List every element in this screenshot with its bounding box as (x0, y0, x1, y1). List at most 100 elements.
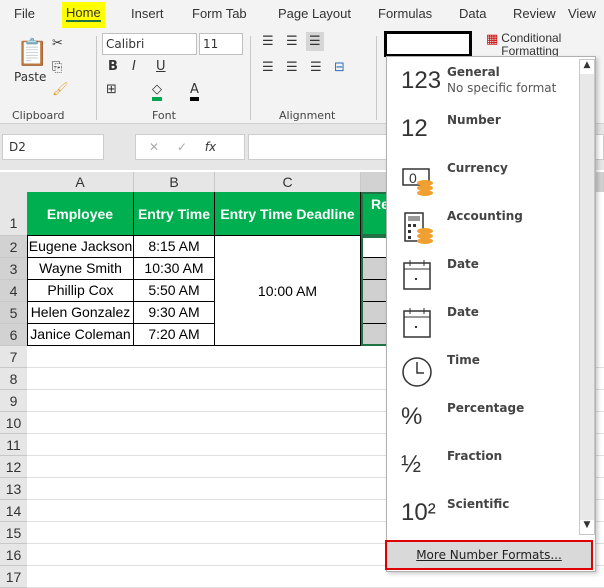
employee-name-cell[interactable]: Wayne Smith (27, 258, 134, 280)
align-left-icon[interactable]: ☰ (262, 60, 274, 75)
row-header[interactable]: 1 (0, 192, 27, 236)
ribbon-tabs: File Home Insert Form Tab Page Layout Fo… (0, 0, 604, 28)
row-header[interactable]: 5 (0, 302, 27, 324)
conditional-formatting-button[interactable]: ▦ Conditional Formatting (486, 32, 602, 58)
conditional-formatting-label: Conditional Formatting (501, 31, 562, 58)
tab-form[interactable]: Form Tab (192, 6, 247, 21)
row-header[interactable]: 8 (0, 368, 27, 390)
entry-time-cell[interactable]: 10:30 AM (134, 258, 215, 280)
number-format-item-general[interactable]: 123 General No specific format (387, 61, 577, 109)
select-all-button[interactable] (0, 172, 27, 192)
fx-icon[interactable]: fx (205, 140, 216, 154)
tab-page-layout[interactable]: Page Layout (278, 6, 351, 21)
employee-name-cell[interactable]: Helen Gonzalez (27, 302, 134, 324)
align-middle-icon[interactable]: ☰ (286, 34, 298, 49)
format-label: Time (447, 353, 480, 367)
font-name-select[interactable]: Calibri (102, 33, 197, 55)
underline-button[interactable]: U (156, 59, 166, 74)
tab-view[interactable]: View (568, 6, 596, 21)
tab-home[interactable]: Home (62, 2, 105, 28)
scroll-down-icon[interactable]: ▼ (580, 520, 594, 534)
number-format-item-scientific[interactable]: 10² Scientific (387, 493, 577, 541)
entry-time-cell[interactable]: 7:20 AM (134, 324, 215, 346)
row-header[interactable]: 3 (0, 258, 27, 280)
name-box[interactable]: D2 (2, 134, 104, 160)
cut-icon[interactable]: ✂ (52, 36, 63, 51)
merge-icon[interactable]: ⊟ (334, 60, 345, 75)
tab-file[interactable]: File (14, 6, 35, 21)
tab-insert[interactable]: Insert (131, 6, 164, 21)
row-header[interactable]: 17 (0, 566, 27, 588)
entry-time-cell[interactable]: 8:15 AM (134, 236, 215, 258)
format-scientific-icon: 10² (401, 499, 436, 526)
selected-range-d[interactable] (361, 236, 389, 346)
font-group-label: Font (152, 109, 176, 122)
svg-text:0: 0 (409, 170, 417, 186)
tab-formulas[interactable]: Formulas (378, 6, 432, 21)
entry-time-cell[interactable]: 9:30 AM (134, 302, 215, 324)
format-label: Accounting (447, 209, 523, 223)
column-header-a[interactable]: A (27, 172, 134, 192)
row-header[interactable]: 4 (0, 280, 27, 302)
number-format-item-fraction[interactable]: ½ Fraction (387, 445, 577, 493)
entry-time-cell[interactable]: 5:50 AM (134, 280, 215, 302)
scroll-up-icon[interactable]: ▲ (580, 60, 594, 74)
borders-icon[interactable]: ⊞ (106, 82, 117, 97)
header-entry-deadline[interactable]: Entry Time Deadline (215, 192, 361, 236)
copy-icon[interactable]: ⎘ (52, 60, 62, 75)
alignment-group-label: Alignment (279, 109, 336, 122)
row-header[interactable]: 10 (0, 412, 27, 434)
format-label: General (447, 65, 500, 79)
row-header[interactable]: 16 (0, 544, 27, 566)
format-number-icon: 12 (401, 115, 428, 142)
calendar-icon (401, 259, 435, 300)
more-number-formats-button[interactable]: More Number Formats... (385, 540, 593, 570)
format-label: Scientific (447, 497, 510, 511)
row-header[interactable]: 13 (0, 478, 27, 500)
row-header[interactable]: 6 (0, 324, 27, 346)
row-header[interactable]: 15 (0, 522, 27, 544)
tab-review[interactable]: Review (513, 6, 556, 21)
row-header[interactable]: 7 (0, 346, 27, 368)
fill-color-icon[interactable]: ◇ (152, 82, 162, 101)
number-format-item-date[interactable]: Date (387, 301, 577, 349)
enter-icon[interactable]: ✓ (177, 140, 187, 154)
column-header-b[interactable]: B (134, 172, 215, 192)
row-header[interactable]: 14 (0, 500, 27, 522)
align-center-icon[interactable]: ☰ (286, 60, 298, 75)
number-format-item-currency[interactable]: 0 Currency (387, 157, 577, 205)
italic-button[interactable]: I (132, 59, 136, 74)
number-format-item-percentage[interactable]: % Percentage (387, 397, 577, 445)
column-header-c[interactable]: C (215, 172, 361, 192)
dropdown-scrollbar[interactable]: ▲ ▼ (579, 59, 595, 535)
header-entry-time[interactable]: Entry Time (134, 192, 215, 236)
number-format-item-date[interactable]: Date (387, 253, 577, 301)
row-header[interactable]: 9 (0, 390, 27, 412)
paste-button[interactable]: Paste (14, 70, 46, 84)
row-header[interactable]: 12 (0, 456, 27, 478)
align-right-icon[interactable]: ☰ (310, 60, 322, 75)
format-label: Date (447, 305, 479, 319)
format-painter-icon[interactable]: 🖌 (52, 82, 69, 97)
employee-name-cell[interactable]: Phillip Cox (27, 280, 134, 302)
row-header[interactable]: 11 (0, 434, 27, 456)
number-format-select[interactable] (384, 31, 472, 57)
number-format-item-number[interactable]: 12 Number (387, 109, 577, 157)
font-size-select[interactable]: 11 (199, 33, 243, 55)
cancel-icon[interactable]: ✕ (149, 140, 159, 154)
paste-icon[interactable]: 📋 (16, 38, 48, 68)
deadline-cell[interactable]: 10:00 AM (215, 236, 361, 346)
font-color-icon[interactable]: A (190, 82, 199, 101)
align-top-icon[interactable]: ☰ (262, 34, 274, 49)
format-percentage-icon: % (401, 403, 423, 430)
header-employee[interactable]: Employee (27, 192, 134, 236)
number-format-item-time[interactable]: Time (387, 349, 577, 397)
employee-name-cell[interactable]: Janice Coleman (27, 324, 134, 346)
align-bottom-icon[interactable]: ☰ (306, 32, 324, 51)
employee-name-cell[interactable]: Eugene Jackson (27, 236, 134, 258)
format-label: Number (447, 113, 501, 127)
number-format-item-accounting[interactable]: Accounting (387, 205, 577, 253)
tab-data[interactable]: Data (459, 6, 486, 21)
bold-button[interactable]: B (108, 59, 118, 74)
row-header[interactable]: 2 (0, 236, 27, 258)
